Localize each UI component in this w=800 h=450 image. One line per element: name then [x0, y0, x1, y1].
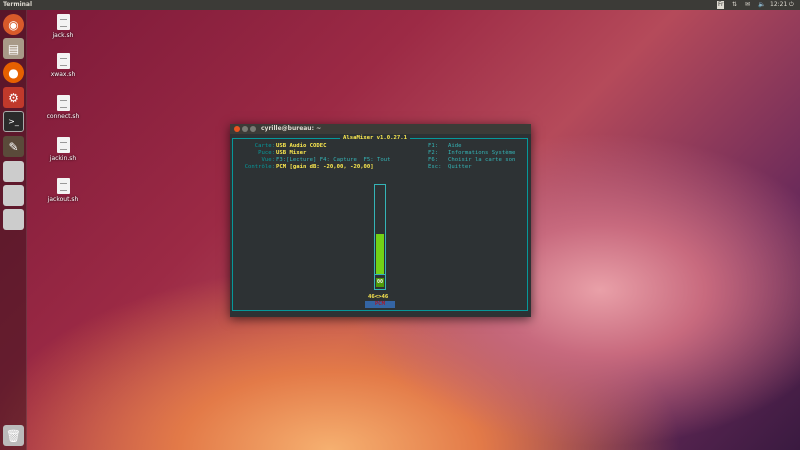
desktop-icon-label: jack.sh — [52, 32, 74, 39]
help-text: Choisir la carte son — [448, 157, 516, 163]
file-icon — [56, 137, 70, 153]
power-icon[interactable]: ⏻ — [789, 0, 794, 10]
clock[interactable]: 12:21 — [770, 0, 787, 10]
firefox-icon[interactable]: ● — [3, 62, 24, 83]
settings-icon[interactable]: ⚙ — [3, 87, 24, 108]
text-editor-icon[interactable]: ✎ — [3, 136, 24, 157]
desktop-icon-label: jackout.sh — [47, 196, 79, 203]
volume-slider[interactable]: 00 — [374, 184, 386, 290]
drive-icon[interactable] — [3, 161, 24, 182]
desktop-icon[interactable]: jackin.sh — [33, 137, 93, 162]
divider — [375, 274, 385, 275]
terminal-window[interactable]: cyrille@bureau: ~ AlsaMixer v1.0.27.1 Ca… — [230, 124, 531, 317]
trash-icon[interactable]: 🗑 — [3, 425, 24, 446]
file-icon — [56, 53, 70, 69]
volume-level-fill — [376, 233, 384, 274]
close-button[interactable] — [234, 126, 240, 132]
messaging-icon[interactable]: ✉ — [745, 0, 750, 10]
desktop-icon[interactable]: xwax.sh — [33, 53, 93, 78]
network-icon[interactable]: ⇅ — [732, 0, 737, 10]
keyboard-layout-indicator[interactable]: Fr — [717, 1, 725, 9]
help-key: F1: — [428, 143, 439, 149]
chip-value: USB Mixer — [276, 150, 307, 156]
help-key: Esc: — [428, 164, 442, 170]
launcher: ◉ ▤ ● ⚙ >_ ✎ 🗑 — [0, 10, 27, 450]
desktop-icon[interactable]: jackout.sh — [33, 178, 93, 203]
desktop-icon-label: jackin.sh — [49, 155, 77, 162]
desktop-icon-label: connect.sh — [46, 113, 80, 120]
desktop-icon[interactable]: jack.sh — [33, 14, 93, 39]
info-label: Vue: — [261, 157, 275, 163]
file-icon — [56, 14, 70, 30]
window-title: cyrille@bureau: ~ — [261, 125, 322, 132]
drive-icon[interactable] — [3, 185, 24, 206]
help-text: Informations Système — [448, 150, 516, 156]
card-value: USB Audio CODEC — [276, 143, 327, 149]
volume-icon[interactable]: 🔈 — [758, 0, 765, 10]
help-text: Aide — [448, 143, 462, 149]
help-key: F6: — [428, 157, 439, 163]
mute-toggle[interactable]: 00 — [376, 278, 384, 287]
files-icon[interactable]: ▤ — [3, 38, 24, 59]
help-text: Quitter — [448, 164, 472, 170]
control-value: PCM [gain dB: -20,00, -20,00] — [276, 164, 374, 170]
desktop-icon[interactable]: connect.sh — [33, 95, 93, 120]
info-label: Carte: — [254, 143, 275, 149]
drive-icon[interactable] — [3, 209, 24, 230]
help-key: F2: — [428, 150, 439, 156]
file-icon — [56, 95, 70, 111]
title-bar[interactable]: cyrille@bureau: ~ — [230, 124, 531, 134]
level-label: 46<>46 — [368, 294, 389, 300]
terminal-icon[interactable]: >_ — [3, 111, 24, 132]
desktop-icon-label: xwax.sh — [50, 71, 76, 78]
alsamixer[interactable]: AlsaMixer v1.0.27.1 Carte: Puce: Vue: Co… — [230, 134, 531, 317]
minimize-button[interactable] — [242, 126, 248, 132]
maximize-button[interactable] — [250, 126, 256, 132]
mixer-header: AlsaMixer v1.0.27.1 — [340, 135, 410, 142]
info-label: Contrôle: — [244, 164, 275, 170]
top-panel: Terminal Fr ⇅ ✉ 🔈 12:21 ⏻ — [0, 0, 800, 10]
channel-name[interactable]: PCM — [365, 301, 395, 308]
ubuntu-dash-icon[interactable]: ◉ — [3, 14, 24, 35]
view-value: F3:[Lecture] F4: Capture F5: Tout — [276, 157, 391, 163]
file-icon — [56, 178, 70, 194]
info-label: Puce: — [258, 150, 275, 156]
active-app-title: Terminal — [3, 1, 33, 8]
